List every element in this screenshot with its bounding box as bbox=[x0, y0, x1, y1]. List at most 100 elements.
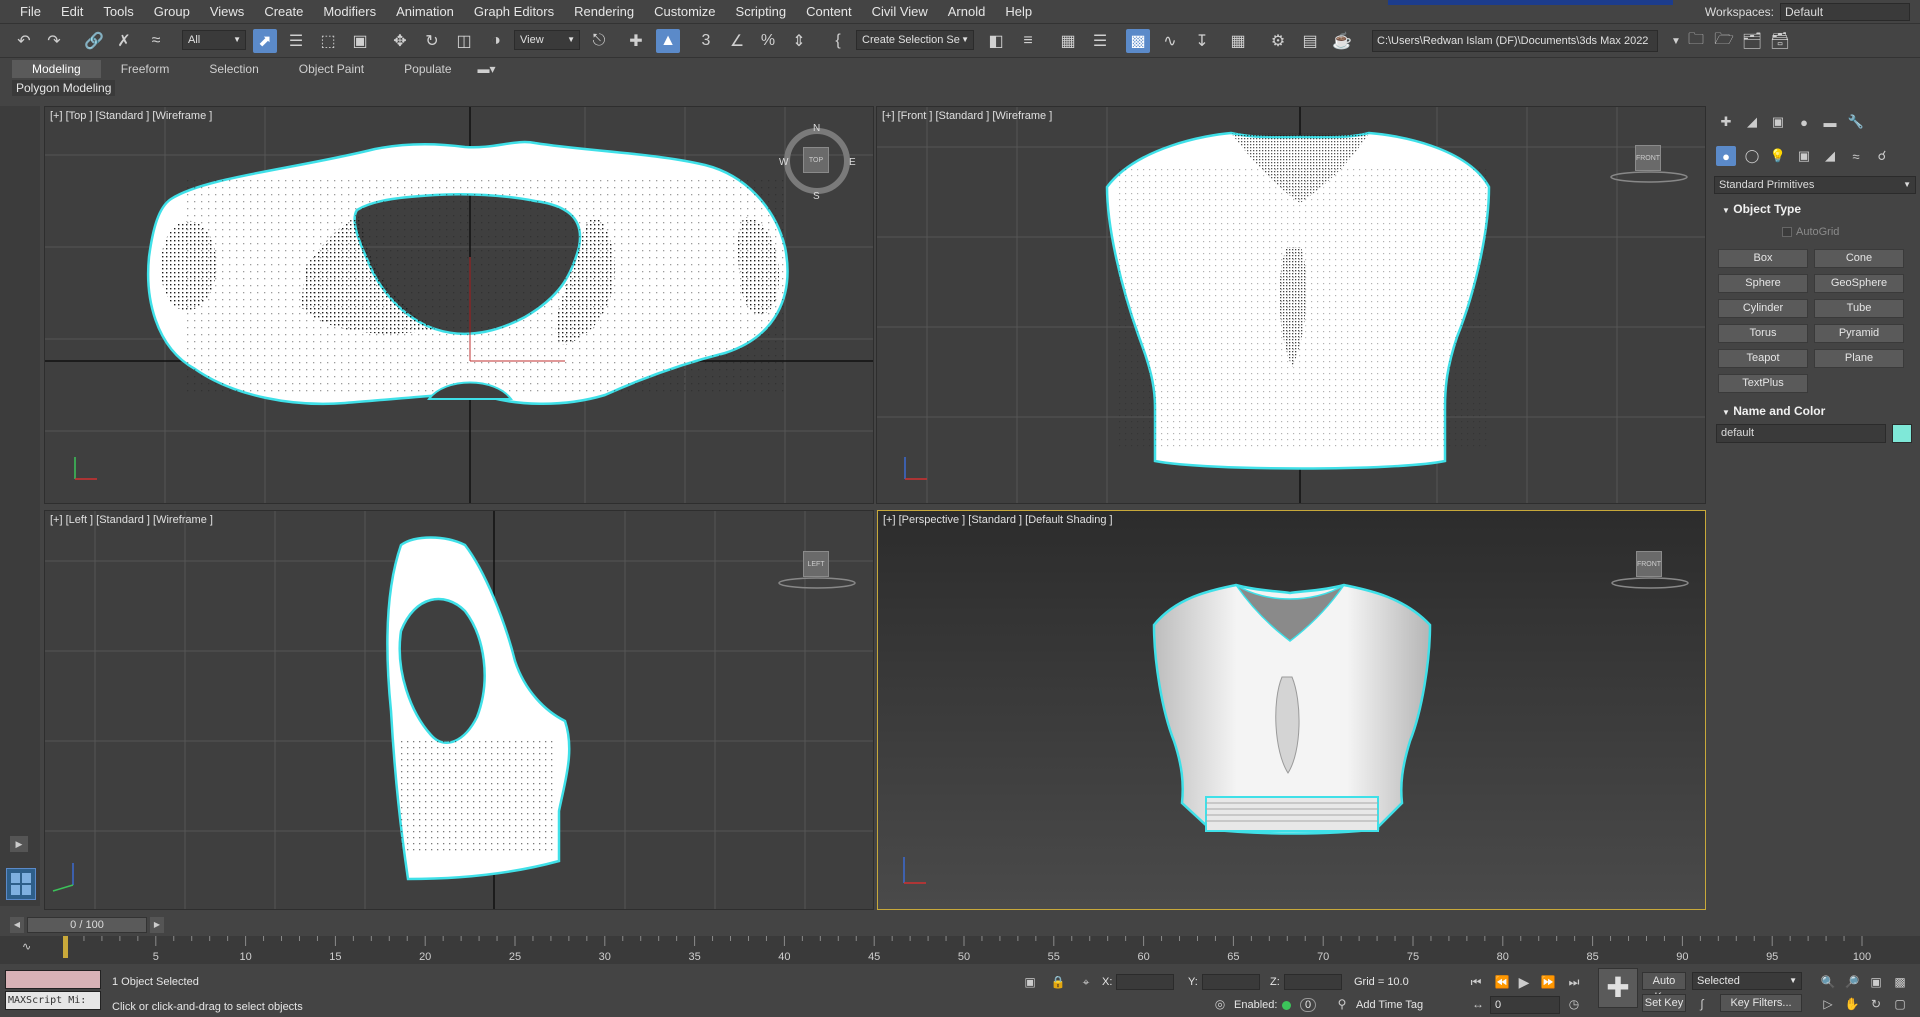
teapot-button[interactable]: Teapot bbox=[1718, 349, 1808, 368]
viewport-left[interactable]: [+] [Left ] [Standard ] [Wireframe ] LEF… bbox=[44, 510, 874, 910]
next-frame-icon[interactable]: ▶ bbox=[150, 917, 164, 933]
rotate-icon[interactable]: ↻ bbox=[420, 29, 444, 53]
track-bar[interactable]: 5 10 15 20 25 30 35 40 45 50 55 60 65 70 75 80 85 90 95 100… bbox=[0, 936, 1920, 964]
selection-filter-dropdown[interactable]: All ▼ bbox=[182, 30, 246, 50]
zoom-extents-all-icon[interactable]: ▩ bbox=[1892, 974, 1908, 990]
menu-animation[interactable]: Animation bbox=[386, 0, 464, 24]
maxscript-input[interactable]: MAXScript Mi: bbox=[5, 991, 101, 1010]
menu-graph-editors[interactable]: Graph Editors bbox=[464, 0, 564, 24]
viewport-perspective-label[interactable]: [+] [Perspective ] [Standard ] [Default … bbox=[883, 514, 1113, 526]
align-icon[interactable]: ≡ bbox=[1016, 29, 1040, 53]
workspaces-dropdown[interactable]: Default bbox=[1780, 3, 1910, 21]
current-frame-marker[interactable] bbox=[63, 936, 68, 958]
menu-views[interactable]: Views bbox=[200, 0, 254, 24]
add-time-tag[interactable]: Add Time Tag bbox=[1356, 999, 1423, 1011]
viewcube[interactable]: TOP bbox=[803, 147, 829, 173]
object-type-rollout[interactable]: ▼ Object Type bbox=[1714, 200, 1916, 218]
object-color-swatch[interactable] bbox=[1892, 424, 1912, 443]
previous-frame-icon[interactable]: ◀ bbox=[10, 917, 24, 933]
menu-help[interactable]: Help bbox=[995, 0, 1042, 24]
menu-arnold[interactable]: Arnold bbox=[938, 0, 996, 24]
selection-lock-icon[interactable]: 🔒 bbox=[1050, 974, 1066, 990]
window-crossing-icon[interactable]: ▣ bbox=[348, 29, 372, 53]
tab-freeform[interactable]: Freeform bbox=[101, 60, 190, 78]
absolute-mode-icon[interactable]: ⌖ bbox=[1078, 974, 1094, 990]
space-warps-icon[interactable]: ≈ bbox=[1846, 146, 1866, 166]
dope-sheet-icon[interactable]: ↧ bbox=[1190, 29, 1214, 53]
systems-icon[interactable]: ☌ bbox=[1872, 146, 1892, 166]
maximize-viewport-icon[interactable]: ▢ bbox=[1892, 996, 1908, 1012]
cone-button[interactable]: Cone bbox=[1814, 249, 1904, 268]
key-filters-button[interactable]: Key Filters... bbox=[1720, 994, 1802, 1012]
cameras-icon[interactable]: ▣ bbox=[1794, 146, 1814, 166]
pyramid-button[interactable]: Pyramid bbox=[1814, 324, 1904, 343]
y-coordinate-field[interactable] bbox=[1202, 974, 1260, 990]
geometry-icon[interactable]: ● bbox=[1716, 146, 1736, 166]
pan-view-icon[interactable]: ✋ bbox=[1844, 996, 1860, 1012]
create-tab-icon[interactable]: ✚ bbox=[1716, 112, 1736, 132]
bind-spacewarp-icon[interactable]: ≈ bbox=[144, 29, 168, 53]
mini-curve-editor-icon[interactable]: ∿ bbox=[22, 941, 31, 953]
name-and-color-rollout[interactable]: ▼ Name and Color bbox=[1714, 402, 1916, 420]
render-production-icon[interactable]: ☕ bbox=[1330, 29, 1354, 53]
orbit-icon[interactable]: ↻ bbox=[1868, 996, 1884, 1012]
menu-customize[interactable]: Customize bbox=[644, 0, 725, 24]
time-tag-icon[interactable]: ⚲ bbox=[1334, 996, 1350, 1012]
plane-button[interactable]: Plane bbox=[1814, 349, 1904, 368]
menu-rendering[interactable]: Rendering bbox=[564, 0, 644, 24]
menu-civil-view[interactable]: Civil View bbox=[862, 0, 938, 24]
torus-button[interactable]: Torus bbox=[1718, 324, 1808, 343]
menu-edit[interactable]: Edit bbox=[51, 0, 93, 24]
percent-snap-icon[interactable]: % bbox=[756, 29, 780, 53]
viewcube[interactable]: LEFT bbox=[803, 551, 829, 577]
key-mode-dropdown[interactable]: Selected ▼ bbox=[1692, 972, 1802, 990]
helpers-icon[interactable]: ◢ bbox=[1820, 146, 1840, 166]
select-object-icon[interactable]: ⬈ bbox=[253, 29, 277, 53]
display-tab-icon[interactable]: ▬ bbox=[1820, 112, 1840, 132]
unlink-icon[interactable]: ✗ bbox=[112, 29, 136, 53]
menu-modifiers[interactable]: Modifiers bbox=[313, 0, 386, 24]
viewport-left-label[interactable]: [+] [Left ] [Standard ] [Wireframe ] bbox=[50, 514, 213, 526]
edit-named-selection-icon[interactable]: { bbox=[826, 29, 850, 53]
utilities-tab-icon[interactable]: 🔧 bbox=[1846, 112, 1866, 132]
menu-create[interactable]: Create bbox=[254, 0, 313, 24]
object-name-field[interactable]: default bbox=[1716, 424, 1886, 443]
time-configuration-icon[interactable]: ◷ bbox=[1566, 996, 1582, 1012]
default-in-out-tangents-icon[interactable]: ∫ bbox=[1694, 996, 1710, 1012]
redo-icon[interactable]: ↷ bbox=[42, 29, 66, 53]
undo-icon[interactable]: ↶ bbox=[12, 29, 36, 53]
viewport-perspective[interactable]: [+] [Perspective ] [Standard ] [Default … bbox=[877, 510, 1706, 910]
project-open-icon[interactable]: 🗂 bbox=[1740, 29, 1764, 53]
project-folder-icon[interactable]: 🗀 bbox=[1684, 29, 1708, 53]
rendered-frame-window-icon[interactable]: ▤ bbox=[1298, 29, 1322, 53]
keyboard-shortcut-override-icon[interactable]: ▲ bbox=[656, 29, 680, 53]
box-button[interactable]: Box bbox=[1718, 249, 1808, 268]
project-new-icon[interactable]: 🗁 bbox=[1712, 29, 1736, 53]
viewport-top[interactable]: [+] [Top ] [Standard ] [Wireframe ] N S … bbox=[44, 106, 874, 504]
tab-object-paint[interactable]: Object Paint bbox=[279, 60, 384, 78]
menu-file[interactable]: File bbox=[10, 0, 51, 24]
set-keys-icon[interactable]: ✚ bbox=[1598, 968, 1638, 1008]
go-to-end-icon[interactable]: ⏭ bbox=[1566, 974, 1582, 990]
layer-explorer-icon[interactable]: ☰ bbox=[1088, 29, 1112, 53]
zoom-extents-icon[interactable]: ▣ bbox=[1868, 974, 1884, 990]
key-mode-toggle-icon[interactable]: ↔ bbox=[1470, 996, 1486, 1012]
play-icon[interactable]: ▶ bbox=[1516, 974, 1532, 990]
tab-modeling[interactable]: Modeling bbox=[12, 60, 101, 78]
lights-icon[interactable]: 💡 bbox=[1768, 146, 1788, 166]
cylinder-button[interactable]: Cylinder bbox=[1718, 299, 1808, 318]
modify-tab-icon[interactable]: ◢ bbox=[1742, 112, 1762, 132]
pivot-center-icon[interactable]: ⎋ bbox=[587, 29, 611, 53]
curve-editor-icon[interactable]: ∿ bbox=[1158, 29, 1182, 53]
x-coordinate-field[interactable] bbox=[1116, 974, 1174, 990]
isolate-selection-icon[interactable]: ▣ bbox=[1022, 974, 1038, 990]
menu-content[interactable]: Content bbox=[796, 0, 862, 24]
textplus-button[interactable]: TextPlus bbox=[1718, 374, 1808, 393]
named-selection-set-dropdown[interactable]: Create Selection Se ▼ bbox=[856, 30, 974, 50]
shapes-icon[interactable]: ◯ bbox=[1742, 146, 1762, 166]
maxscript-output[interactable] bbox=[5, 970, 101, 989]
menu-scripting[interactable]: Scripting bbox=[726, 0, 797, 24]
schematic-view-icon[interactable]: ▦ bbox=[1226, 29, 1250, 53]
project-settings-icon[interactable]: 🗃 bbox=[1768, 29, 1792, 53]
hierarchy-tab-icon[interactable]: ▣ bbox=[1768, 112, 1788, 132]
